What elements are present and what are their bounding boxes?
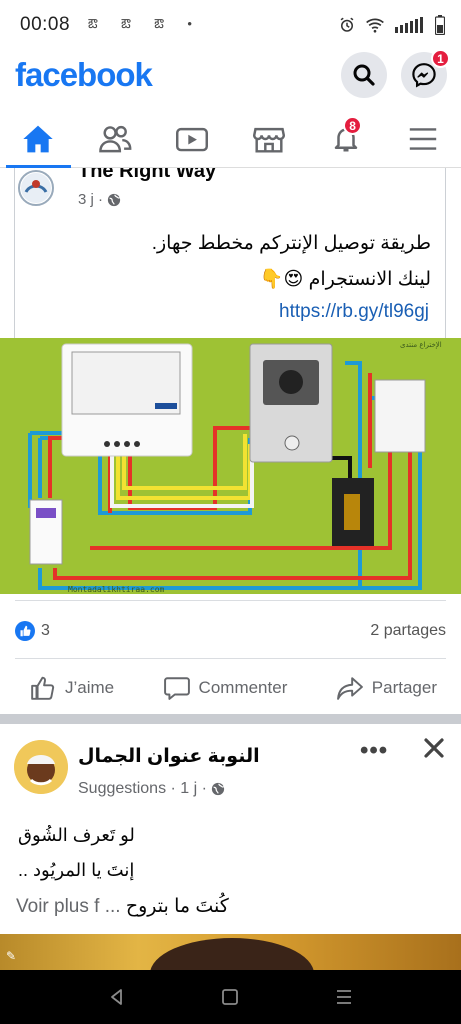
home-icon xyxy=(23,125,54,152)
see-more-link[interactable]: Voir plus f ... كُنتَ ما بتروح xyxy=(16,895,229,918)
share-icon xyxy=(336,677,363,700)
post-text-line2: إنتَ يا المريُود .. xyxy=(18,860,135,880)
search-icon xyxy=(353,64,375,86)
comment-icon xyxy=(163,677,190,700)
reactions-row: 3 2 partages xyxy=(0,618,461,644)
like-label: J’aime xyxy=(65,678,115,697)
post-text-line1: لو تَعرف الشُوق xyxy=(18,825,135,845)
tab-watch[interactable] xyxy=(154,110,231,167)
post-link[interactable]: https://rb.gy/tl96gj xyxy=(279,301,429,323)
page-logo-icon xyxy=(21,173,51,203)
post-time[interactable]: 3 j · xyxy=(78,191,103,208)
friends-icon xyxy=(99,125,132,152)
post-meta-text[interactable]: Suggestions · 1 j · xyxy=(78,780,207,798)
globe-icon xyxy=(211,782,225,796)
signal-icon xyxy=(395,17,423,33)
post-separator xyxy=(0,714,461,724)
see-more-prefix: f ... xyxy=(94,896,121,917)
svg-text:✎: ✎ xyxy=(6,949,16,963)
main-tabs: 8 xyxy=(0,110,461,168)
share-count[interactable]: 2 partages xyxy=(370,622,446,640)
avatar[interactable] xyxy=(14,740,68,794)
comment-button[interactable]: Commenter xyxy=(163,676,288,700)
post-image[interactable]: ✎ xyxy=(0,934,461,970)
back-icon[interactable] xyxy=(107,987,127,1007)
recents-icon[interactable] xyxy=(334,988,354,1006)
messenger-button[interactable]: 1 xyxy=(401,49,450,98)
post-image[interactable]: Montadalikhtiraa.com الإختراع منتدى xyxy=(0,338,461,594)
divider xyxy=(15,658,446,659)
avatar[interactable] xyxy=(18,170,54,206)
battery-icon xyxy=(435,15,445,35)
comment-label: Commenter xyxy=(198,678,288,697)
tab-menu[interactable] xyxy=(384,110,461,167)
system-nav-bar xyxy=(0,970,461,1024)
post-meta: Suggestions · 1 j · xyxy=(78,780,225,798)
video-icon xyxy=(176,127,209,151)
post-actions: J’aime Commenter Partager xyxy=(0,664,461,712)
menu-icon xyxy=(409,127,436,150)
messenger-badge: 1 xyxy=(431,49,450,68)
search-button[interactable] xyxy=(341,52,387,98)
post-text-line3: كُنتَ ما بتروح xyxy=(125,896,229,917)
status-right-icons xyxy=(338,15,445,35)
share-label: Partager xyxy=(371,678,437,697)
wifi-icon xyxy=(366,18,384,33)
see-more-label: Voir plus xyxy=(16,896,89,917)
app-header: facebook 1 xyxy=(0,49,461,100)
facebook-logo[interactable]: facebook xyxy=(15,56,153,94)
post-text-line1: طريقة توصيل الإنتركم مخطط جهاز. xyxy=(151,233,431,254)
post-author[interactable]: The Right Way xyxy=(78,168,216,183)
home-nav-icon[interactable] xyxy=(221,988,239,1006)
post-author[interactable]: النوبة عنوان الجمال xyxy=(78,745,260,768)
tab-home[interactable] xyxy=(0,110,77,168)
status-bar: 00:08 ఔ ఔ ఔ • xyxy=(0,0,461,50)
watermark-text: Montadalikhtiraa.com xyxy=(68,585,165,594)
like-reaction-icon[interactable] xyxy=(15,621,35,641)
divider xyxy=(15,600,446,601)
status-notification-icons: ఔ ఔ ఔ • xyxy=(88,15,202,31)
close-icon xyxy=(424,738,444,758)
shop-icon xyxy=(252,127,285,153)
status-time: 00:08 xyxy=(20,14,71,35)
post-meta: 3 j · xyxy=(78,191,121,208)
more-options-button[interactable]: ••• xyxy=(360,737,388,765)
alarm-icon xyxy=(340,17,354,32)
tab-notifications[interactable]: 8 xyxy=(307,110,384,167)
globe-icon xyxy=(107,193,121,206)
share-button[interactable]: Partager xyxy=(336,676,437,700)
tab-friends[interactable] xyxy=(77,110,154,167)
reaction-count[interactable]: 3 xyxy=(41,622,50,640)
post-text-line2: لينك الانستجرام 😍👇 xyxy=(259,269,431,290)
like-button[interactable]: J’aime xyxy=(30,676,114,700)
tab-marketplace[interactable] xyxy=(230,110,307,167)
messenger-icon xyxy=(412,63,436,88)
thumbs-up-icon xyxy=(31,676,55,700)
close-button[interactable] xyxy=(422,736,446,765)
post-card: The Right Way 3 j · طريقة توصيل الإنتركم… xyxy=(0,168,461,338)
corner-mark-text: الإختراع منتدى xyxy=(400,341,442,349)
notifications-badge: 8 xyxy=(343,116,363,135)
